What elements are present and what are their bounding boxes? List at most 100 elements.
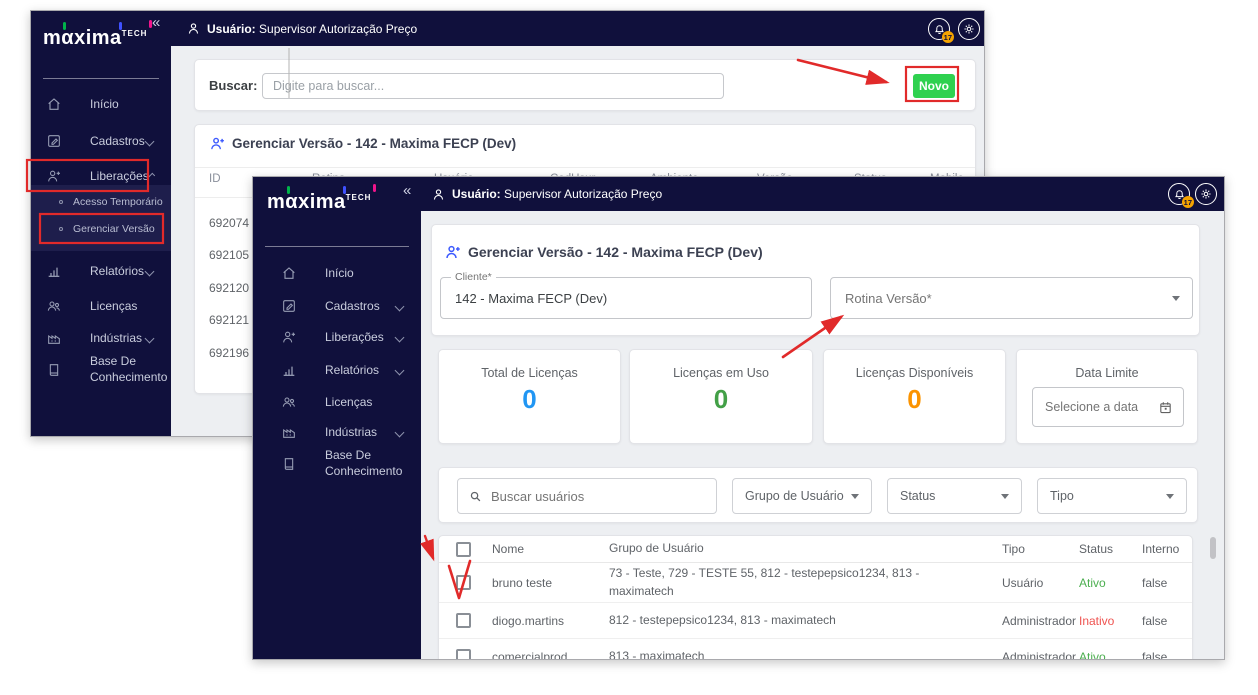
back-sidebar: mαximaTECH Início Cadastros Liberações (31, 11, 171, 436)
sidebar-item-label: Indústrias (90, 331, 142, 345)
row-checkbox[interactable] (456, 649, 471, 659)
logo-text: mαxima (43, 27, 122, 49)
cell-grupo: 73 - Teste, 729 - TESTE 55, 812 - testep… (609, 565, 1002, 600)
date-limit-label: Data Limite (1017, 366, 1197, 380)
user-search-input[interactable] (491, 489, 691, 504)
logo-text: mαxima (267, 191, 346, 213)
sidebar-divider (43, 78, 159, 79)
sidebar-item-inicio[interactable]: Início (253, 256, 421, 290)
table-scrollbar-thumb[interactable] (1210, 537, 1216, 559)
cell-grupo: 812 - testepepsico1234, 813 - maximatech (609, 612, 1002, 629)
sidebar-item-licencas[interactable]: Licenças (253, 385, 421, 419)
logged-user-text: Usuário: Supervisor Autorização Preço (207, 22, 417, 36)
stat-value: 0 (630, 384, 812, 415)
sidebar-item-relatorios[interactable]: Relatórios (253, 353, 421, 387)
settings-button[interactable] (1195, 183, 1217, 205)
sidebar-collapse-button[interactable]: « (152, 14, 160, 31)
sidebar-item-relatorios[interactable]: Relatórios (31, 254, 171, 288)
rotina-versao-label: Rotina Versão* (845, 291, 932, 306)
factory-icon (281, 424, 311, 440)
row-checkbox[interactable] (456, 575, 471, 590)
dropdown-caret-icon (1001, 494, 1009, 499)
maxima-tech-logo: mαximaTECH (267, 191, 371, 214)
select-all-checkbox[interactable] (456, 542, 471, 557)
dropdown-caret-icon (1166, 494, 1174, 499)
foreground-window: Usuário: Supervisor Autorização Preço 17… (252, 176, 1225, 660)
book-icon (46, 362, 76, 378)
stat-card-total: Total de Licenças 0 (438, 349, 621, 444)
sidebar-item-label: Relatórios (90, 264, 144, 278)
cell-interno: false (1142, 614, 1192, 628)
subitem-label: Acesso Temporário (73, 196, 163, 208)
front-content: Gerenciar Versão - 142 - Maxima FECP (De… (421, 211, 1224, 659)
sidebar-item-label: Cadastros (90, 134, 145, 148)
stat-label: Licenças Disponíveis (824, 366, 1005, 380)
notifications-button[interactable]: 17 (1168, 183, 1190, 205)
sidebar-item-base-conhecimento[interactable]: Base De Conhecimento (253, 442, 421, 486)
cell-nome: diogo.martins (492, 614, 609, 628)
search-input[interactable] (262, 73, 724, 99)
liberacoes-submenu: Acesso Temporário Gerenciar Versão (31, 185, 171, 251)
sidebar-subitem-gerenciar-versao[interactable]: Gerenciar Versão (31, 216, 171, 242)
cell-nome: comercialprod (492, 650, 609, 660)
chevron-down-icon (395, 365, 405, 375)
person-add-icon (209, 135, 226, 152)
logo-tick-blue (119, 22, 122, 30)
book-icon (281, 456, 311, 472)
type-filter-select[interactable]: Tipo (1037, 478, 1187, 514)
date-input[interactable]: Selecione a data (1032, 387, 1184, 427)
column-header-status: Status (1079, 542, 1142, 556)
chevron-down-icon (395, 301, 405, 311)
sidebar-item-base-conhecimento[interactable]: Base De Conhecimento (31, 348, 171, 392)
sidebar-item-label: Base De Conhecimento (325, 448, 415, 479)
edit-icon (281, 298, 311, 314)
status-filter-label: Status (900, 489, 935, 503)
table-row[interactable]: comercialprod 813 - maximatech Administr… (439, 639, 1192, 659)
stat-value: 0 (439, 384, 620, 415)
home-icon (281, 265, 311, 281)
group-filter-label: Grupo de Usuário (745, 489, 844, 503)
table-row[interactable]: diogo.martins 812 - testepepsico1234, 81… (439, 603, 1192, 639)
users-table-card: Nome Grupo de Usuário Tipo Status Intern… (438, 535, 1193, 659)
table-row[interactable]: bruno teste 73 - Teste, 729 - TESTE 55, … (439, 563, 1192, 603)
stat-card-em-uso: Licenças em Uso 0 (629, 349, 813, 444)
filters-card: Grupo de Usuário Status Tipo (438, 467, 1198, 523)
logo-tick-green (63, 22, 66, 30)
table-row-id: 692105 (209, 248, 249, 262)
sidebar-subitem-acesso-temporario[interactable]: Acesso Temporário (31, 189, 171, 215)
screenshot-canvas: Usuário: Supervisor Autorização Preço 17… (0, 0, 1258, 695)
column-header-tipo: Tipo (1002, 542, 1079, 556)
notifications-button[interactable]: 17 (928, 18, 950, 40)
sidebar-item-label: Licenças (325, 395, 372, 409)
new-button[interactable]: Novo (913, 74, 955, 98)
user-label: Usuário: (452, 187, 501, 201)
logo-tick-pink (373, 184, 376, 192)
cliente-field[interactable]: Cliente* 142 - Maxima FECP (Dev) (440, 277, 812, 319)
cell-status: Ativo (1079, 576, 1142, 590)
sidebar-item-liberacoes[interactable]: Liberações (253, 320, 421, 354)
sidebar-item-label: Cadastros (325, 299, 380, 313)
notification-badge: 17 (1182, 196, 1194, 208)
cell-tipo: Administrador (1002, 650, 1079, 660)
sidebar-item-cadastros[interactable]: Cadastros (31, 124, 171, 158)
people-icon (46, 298, 76, 314)
cell-tipo: Administrador (1002, 614, 1079, 628)
panel-title-row: Gerenciar Versão - 142 - Maxima FECP (De… (444, 243, 763, 261)
rotina-versao-select[interactable]: Rotina Versão* (830, 277, 1193, 319)
sidebar-item-label: Início (90, 97, 119, 111)
settings-button[interactable] (958, 18, 980, 40)
user-search-box[interactable] (457, 478, 717, 514)
user-label: Usuário: (207, 22, 256, 36)
row-checkbox[interactable] (456, 613, 471, 628)
sidebar-item-cadastros[interactable]: Cadastros (253, 289, 421, 323)
sidebar-item-inicio[interactable]: Início (31, 87, 171, 121)
status-filter-select[interactable]: Status (887, 478, 1022, 514)
calendar-icon[interactable] (1158, 400, 1173, 415)
edit-icon (46, 133, 76, 149)
sidebar-collapse-button[interactable]: « (403, 182, 411, 199)
chevron-down-icon (395, 427, 405, 437)
sidebar-item-licencas[interactable]: Licenças (31, 289, 171, 323)
group-filter-select[interactable]: Grupo de Usuário (732, 478, 872, 514)
bar-chart-icon (46, 263, 76, 279)
maxima-tech-logo: mαximaTECH (43, 27, 147, 50)
